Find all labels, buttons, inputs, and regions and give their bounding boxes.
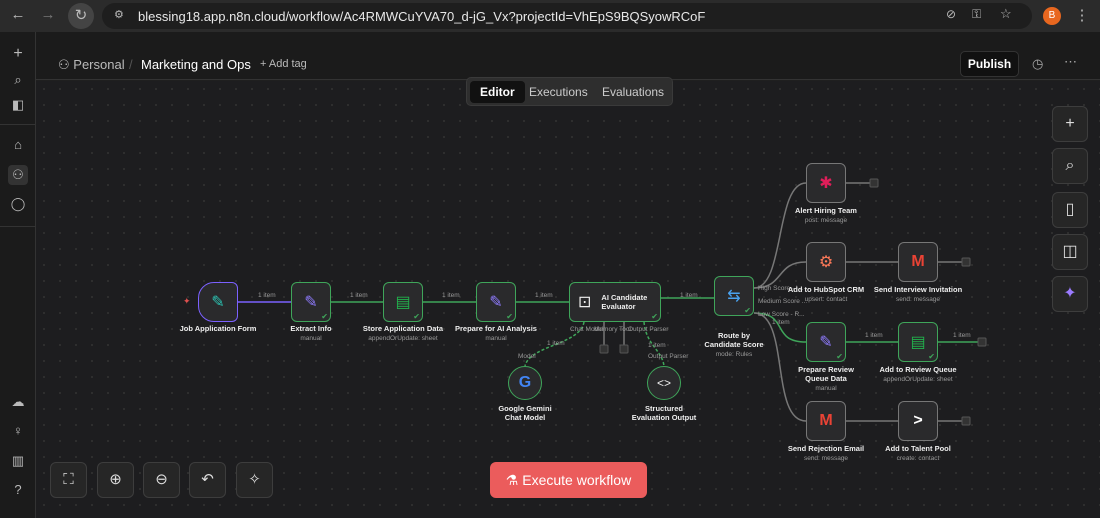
edge-label: 1 item: [680, 292, 698, 299]
signpost-icon: ⇆: [727, 288, 741, 305]
node-store-application-data[interactable]: ▤ ✔: [383, 282, 423, 322]
slack-icon: ✱: [819, 175, 833, 192]
sheets-icon: ▤: [910, 334, 926, 351]
code-icon: <>: [656, 376, 671, 390]
port-label: Memory: [594, 326, 618, 333]
edge-label: 1 item: [535, 292, 553, 299]
edge-label: 1 item: [865, 332, 883, 339]
node-label: Google Gemini Chat Model: [498, 404, 552, 422]
node-route-by-candidate-score[interactable]: ⇆ ✔: [714, 276, 754, 316]
gmail-icon: M: [819, 412, 833, 429]
port-label: Output Parser: [648, 353, 689, 360]
port-label: Model: [518, 353, 536, 360]
sheets-icon: ▤: [395, 294, 411, 311]
tab-editor[interactable]: Editor: [470, 81, 525, 103]
edge-label: 1 item: [953, 332, 971, 339]
node-prepare-review-queue-data[interactable]: ✎ ✔: [806, 322, 846, 362]
edge-label: 1 item: [772, 319, 790, 326]
activecampaign-icon: >: [913, 412, 923, 429]
edge-label: 1 item: [648, 342, 666, 349]
view-tabs: Editor Executions Evaluations: [466, 77, 673, 106]
pencil-icon: ✎: [819, 334, 833, 351]
node-prepare-ai-analysis[interactable]: ✎ ✔: [476, 282, 516, 322]
edge-route-slack: [753, 182, 807, 289]
node-label: Add to Review Queue appendOrUpdate: sheet: [879, 365, 957, 383]
node-add-to-talent-pool[interactable]: >: [898, 401, 938, 441]
gmail-icon: M: [911, 253, 925, 270]
google-icon: G: [518, 374, 532, 391]
node-google-gemini-chat-model[interactable]: G: [508, 366, 542, 400]
node-label: Send Interview Invitation send: message: [873, 285, 963, 303]
hubspot-icon: ⚙: [818, 254, 834, 271]
node-send-rejection-email[interactable]: M: [806, 401, 846, 441]
node-add-to-hubspot-crm[interactable]: ⚙: [806, 242, 846, 282]
port-label: Output Parser: [628, 326, 669, 333]
form-icon: ✎: [211, 294, 225, 311]
node-label: Route by Candidate Score mode: Rules: [704, 331, 764, 358]
output-label: Low Score - R...: [758, 311, 805, 318]
node-job-application-form[interactable]: ✎: [198, 282, 238, 322]
node-extract-info[interactable]: ✎ ✔: [291, 282, 331, 322]
edge-label: 1 item: [350, 292, 368, 299]
node-send-interview-invitation[interactable]: M: [898, 242, 938, 282]
edge-label: 1 item: [442, 292, 460, 299]
node-label: Structured Evaluation Output: [631, 404, 697, 422]
node-label: Add to Talent Pool create: contact: [885, 444, 951, 462]
node-label: Prepare for AI Analysis manual: [455, 324, 537, 342]
node-alert-hiring-team[interactable]: ✱: [806, 163, 846, 203]
node-add-to-review-queue[interactable]: ▤ ✔: [898, 322, 938, 362]
pencil-icon: ✎: [489, 294, 503, 311]
node-ai-candidate-evaluator[interactable]: ⊡ AI Candidate Evaluator ✔: [569, 282, 661, 322]
tab-evaluations[interactable]: Evaluations: [592, 81, 674, 103]
tab-executions[interactable]: Executions: [519, 81, 598, 103]
robot-icon: ⊡: [578, 294, 592, 311]
node-structured-evaluation-output[interactable]: <>: [647, 366, 681, 400]
edge-label: 1 item: [258, 292, 276, 299]
node-label: Alert Hiring Team post: message: [795, 206, 857, 224]
pencil-icon: ✎: [304, 294, 318, 311]
